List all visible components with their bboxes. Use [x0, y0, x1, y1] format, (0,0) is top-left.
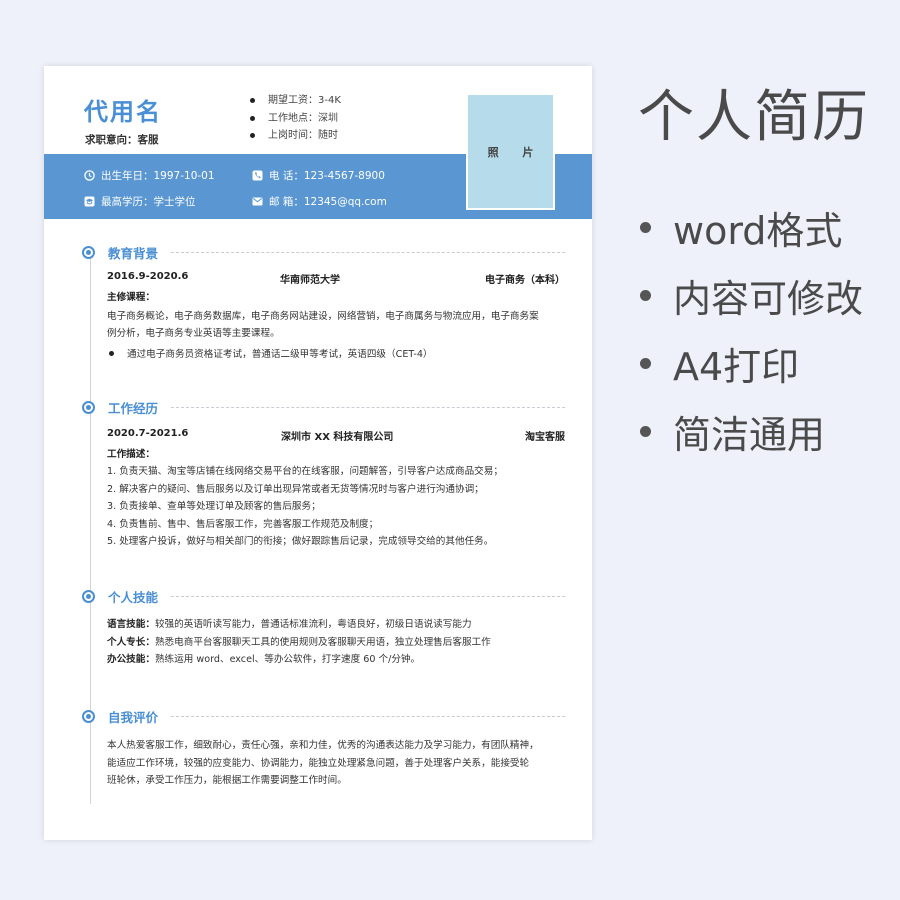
- course-label: 主修课程：: [107, 292, 155, 303]
- work-item: 2. 解决客户的疑问、售后服务以及订单出现异常或者无货等情况时与客户进行沟通协调…: [107, 484, 484, 495]
- section-divider: [171, 407, 565, 408]
- timeline-dot-icon: [82, 401, 95, 414]
- bullet-dot-icon: [640, 222, 651, 233]
- education-period: 2016.9-2020.6: [107, 271, 189, 282]
- bullet-dot-icon: [640, 358, 651, 369]
- work-role: 淘宝客服: [525, 432, 565, 443]
- work-item: 3. 负责接单、查单等处理订单及顾客的售后服务；: [107, 501, 321, 512]
- section-education-header: 教育背景: [82, 244, 565, 261]
- expected-salary: 期望工资：3-4K: [248, 92, 341, 110]
- promo-feature: word格式: [640, 200, 842, 255]
- section-divider: [171, 252, 565, 253]
- timeline-dot-icon: [82, 246, 95, 259]
- self-line: 班轮休，承受工作压力，能根据工作需要调整工作时间。: [107, 775, 347, 786]
- section-title: 个人技能: [108, 590, 159, 605]
- resume-document: 代用名 求职意向：客服 期望工资：3-4K 工作地点：深圳 上岗时间：随时 出生…: [44, 66, 592, 840]
- section-self-header: 自我评价: [82, 708, 565, 725]
- section-skills-header: 个人技能: [82, 588, 565, 605]
- skill-row: 语言技能：较强的英语听读写能力，普通话标准流利，粤语良好，初级日语说读写能力: [107, 619, 472, 630]
- bullet-dot-icon: [640, 426, 651, 437]
- birth-info: 出生年日：1997-10-01: [84, 168, 215, 183]
- promo-title: 个人简历: [638, 85, 870, 150]
- expectations-list: 期望工资：3-4K 工作地点：深圳 上岗时间：随时: [248, 92, 341, 145]
- work-row: 2020.7-2021.6 深圳市 XX 科技有限公司 淘宝客服: [107, 428, 565, 443]
- course-line: 电子商务概论，电子商务数据库，电子商务网站建设，网络营销，电子商属务与物流应用，…: [107, 311, 539, 322]
- skill-row: 个人专长：熟悉电商平台客服聊天工具的使用规则及客服聊天用语，独立处理售后客服工作: [107, 637, 491, 648]
- mail-icon: [252, 196, 263, 207]
- certificate-item: 通过电子商务员资格证考试，普通话二级甲等考试，英语四级（CET-4）: [107, 346, 433, 364]
- photo-placeholder: 照 片: [466, 93, 555, 210]
- work-period: 2020.7-2021.6: [107, 428, 189, 439]
- work-desc-label: 工作描述：: [107, 449, 155, 460]
- timeline-dot-icon: [82, 710, 95, 723]
- start-time: 上岗时间：随时: [248, 127, 341, 145]
- work-company: 深圳市 XX 科技有限公司: [281, 432, 394, 443]
- work-location: 工作地点：深圳: [248, 110, 341, 128]
- bullet-dot-icon: [640, 290, 651, 301]
- job-intent: 求职意向：客服: [85, 134, 159, 146]
- self-line: 能适应工作环境，较强的应变能力、协调能力，能独立处理紧急问题，善于处理客户关系，…: [107, 758, 530, 769]
- education-school: 华南师范大学: [280, 275, 340, 286]
- section-title: 教育背景: [108, 246, 159, 261]
- section-divider: [171, 596, 565, 597]
- clock-icon: [84, 170, 95, 181]
- section-title: 自我评价: [108, 710, 159, 725]
- work-item: 5. 处理客户投诉，做好与相关部门的衔接；做好跟踪售后记录，完成领导交给的其他任…: [107, 536, 494, 547]
- education-row: 2016.9-2020.6 华南师范大学 电子商务（本科）: [107, 271, 565, 286]
- education-info: 最高学历：学士学位: [84, 194, 196, 209]
- email-info: 邮 箱：12345@qq.com: [252, 194, 387, 209]
- section-title: 工作经历: [108, 401, 159, 416]
- work-item: 1. 负责天猫、淘宝等店铺在线网络交易平台的在线客服，问题解答，引导客户达成商品…: [107, 466, 503, 477]
- phone-icon: [252, 170, 263, 181]
- skill-row: 办公技能：熟练运用 word、excel、等办公软件，打字速度 60 个/分钟。: [107, 654, 421, 665]
- course-line: 例分析，电子商务专业英语等主要课程。: [107, 328, 280, 339]
- education-major: 电子商务（本科）: [485, 275, 565, 286]
- promo-feature: 简洁通用: [640, 404, 825, 459]
- section-divider: [171, 716, 565, 717]
- graduation-icon: [84, 196, 95, 207]
- self-line: 本人热爱客服工作，细致耐心，责任心强，亲和力佳，优秀的沟通表达能力及学习能力，有…: [107, 740, 539, 751]
- section-work-header: 工作经历: [82, 399, 565, 416]
- work-item: 4. 负责售前、售中、售后客服工作，完善客服工作规范及制度；: [107, 519, 379, 530]
- promo-feature: 内容可修改: [640, 268, 863, 323]
- resume-name: 代用名: [84, 98, 162, 126]
- timeline-dot-icon: [82, 590, 95, 603]
- phone-info: 电 话：123-4567-8900: [252, 168, 385, 183]
- promo-feature: A4打印: [640, 336, 799, 391]
